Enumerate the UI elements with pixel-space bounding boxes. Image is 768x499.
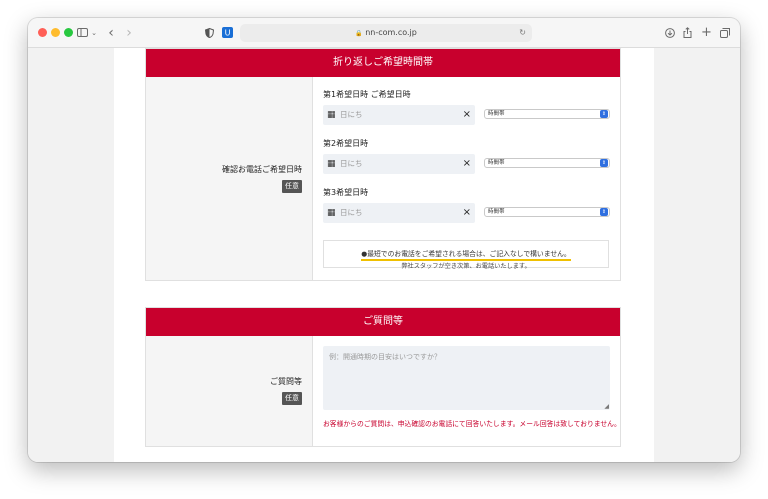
callback-note-sub: 弊社スタッフが空き次第、お電話いたします。 <box>401 263 531 270</box>
tabs-icon[interactable] <box>719 24 730 42</box>
lock-icon: 🔒 <box>355 30 363 37</box>
resize-handle-icon[interactable]: ◢ <box>604 403 609 410</box>
calendar-icon: ▦ <box>327 110 336 120</box>
date-placeholder: 日にち <box>340 208 363 217</box>
preference-3-time-select[interactable]: 時間帯 ⇕ <box>484 207 610 217</box>
clear-date-icon[interactable]: × <box>463 157 471 170</box>
callback-time-section: 折り返しご希望時間帯 確認お電話ご希望日時 任意 第1希望日時 ご希望日時 ▦ … <box>145 48 621 281</box>
clear-date-icon[interactable]: × <box>463 206 471 219</box>
preference-2-time-select[interactable]: 時間帯 ⇕ <box>484 158 610 168</box>
callback-note-highlight: ●最短でのお電話をご希望される場合は、ご記入なしで構いません。 <box>361 250 571 261</box>
question-field-label: ご質問等 <box>270 377 302 386</box>
date-placeholder: 日にち <box>340 110 363 119</box>
callback-note-box: ●最短でのお電話をご希望される場合は、ご記入なしで構いません。 弊社スタッフが空… <box>323 240 609 270</box>
callback-field-label: 確認お電話ご希望日時 <box>222 165 302 174</box>
password-extension-icon[interactable]: U <box>222 24 233 42</box>
zoom-window-button[interactable] <box>64 28 73 37</box>
svg-text:U: U <box>225 29 231 38</box>
callback-label-cell: 確認お電話ご希望日時 任意 <box>146 77 313 280</box>
browser-toolbar: ⌄ ‹ › U 🔒 nn-com.co.jp ↻ + <box>28 18 740 48</box>
preference-3-label: 第3希望日時 <box>323 188 369 197</box>
time-select-value: 時間帯 <box>488 160 505 166</box>
date-placeholder: 日にち <box>340 159 363 168</box>
time-select-value: 時間帯 <box>488 111 505 117</box>
callback-section-title: 折り返しご希望時間帯 <box>146 49 620 77</box>
clear-date-icon[interactable]: × <box>463 108 471 121</box>
question-note: お客様からのご質問は、申込確認のお電話にて回答いたします。メール回答は致しており… <box>323 420 621 428</box>
calendar-icon: ▦ <box>327 208 336 218</box>
share-icon[interactable] <box>682 24 693 42</box>
question-section: ご質問等 ご質問等 任意 例：開通時期の目安はいつですか？ ◢ お客様からのご質… <box>145 307 621 447</box>
page-body: 折り返しご希望時間帯 確認お電話ご希望日時 任意 第1希望日時 ご希望日時 ▦ … <box>114 48 654 462</box>
question-textarea[interactable]: 例：開通時期の目安はいつですか？ ◢ <box>323 346 610 410</box>
select-arrows-icon: ⇕ <box>600 208 608 216</box>
forward-icon[interactable]: › <box>124 24 134 42</box>
preference-1-label: 第1希望日時 ご希望日時 <box>323 90 411 99</box>
preference-2-label: 第2希望日時 <box>323 139 369 148</box>
textarea-placeholder: 例：開通時期の目安はいつですか？ <box>329 353 441 361</box>
preference-3-date-input[interactable]: ▦ 日にち × <box>323 203 475 223</box>
plus-icon[interactable]: + <box>701 24 712 42</box>
calendar-icon: ▦ <box>327 159 336 169</box>
sidebar-icon[interactable] <box>76 24 88 42</box>
download-icon[interactable] <box>664 24 675 42</box>
optional-badge: 任意 <box>282 180 302 193</box>
shield-icon[interactable] <box>204 24 214 42</box>
back-icon[interactable]: ‹ <box>106 24 116 42</box>
browser-window: ⌄ ‹ › U 🔒 nn-com.co.jp ↻ + 折り返しご希望時間帯 確認… <box>28 18 740 462</box>
select-arrows-icon: ⇕ <box>600 110 608 118</box>
close-window-button[interactable] <box>38 28 47 37</box>
url-text: nn-com.co.jp <box>365 28 417 37</box>
minimize-window-button[interactable] <box>51 28 60 37</box>
time-select-value: 時間帯 <box>488 209 505 215</box>
question-label-cell: ご質問等 任意 <box>146 336 313 446</box>
address-bar[interactable]: 🔒 nn-com.co.jp ↻ <box>240 24 532 42</box>
preference-2-date-input[interactable]: ▦ 日にち × <box>323 154 475 174</box>
select-arrows-icon: ⇕ <box>600 159 608 167</box>
reload-icon[interactable]: ↻ <box>519 24 526 42</box>
preference-1-time-select[interactable]: 時間帯 ⇕ <box>484 109 610 119</box>
preference-1-date-input[interactable]: ▦ 日にち × <box>323 105 475 125</box>
question-section-title: ご質問等 <box>146 308 620 336</box>
web-content: 折り返しご希望時間帯 確認お電話ご希望日時 任意 第1希望日時 ご希望日時 ▦ … <box>28 48 740 462</box>
chevron-down-icon[interactable]: ⌄ <box>90 24 98 42</box>
optional-badge: 任意 <box>282 392 302 405</box>
